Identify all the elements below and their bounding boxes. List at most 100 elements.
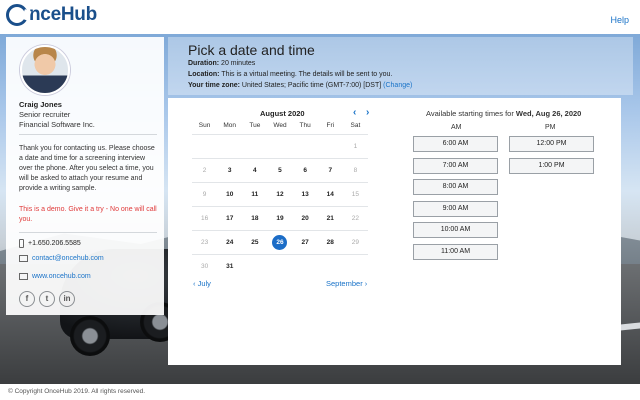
timezone-line: Your time zone: United States; Pacific t…	[188, 82, 412, 89]
weekday-label: Wed	[273, 122, 287, 129]
available-day[interactable]: 6	[293, 167, 318, 174]
next-month-link[interactable]: September ›	[326, 279, 367, 288]
divider	[19, 134, 157, 135]
copyright: © Copyright OnceHub 2019. All rights res…	[8, 388, 146, 395]
calendar-week: 1	[192, 134, 368, 158]
available-day[interactable]: 13	[293, 191, 318, 198]
logo-text: nceHub	[29, 4, 97, 25]
available-day[interactable]: 4	[242, 167, 267, 174]
website-row: www.oncehub.com	[19, 273, 91, 280]
available-day[interactable]: 21	[318, 215, 343, 222]
browser-icon	[19, 273, 28, 280]
timezone-value: United States; Pacific time (GMT-7:00) […	[239, 82, 384, 89]
unavailable-day: 23	[200, 239, 209, 246]
phone-number: +1.650.206.5585	[28, 240, 81, 247]
unavailable-day: 29	[351, 239, 360, 246]
welcome-message: Thank you for contacting us. Please choo…	[19, 145, 155, 192]
page-title: Pick a date and time	[188, 42, 315, 58]
person-name: Craig Jones	[19, 100, 62, 109]
unavailable-day: 16	[200, 215, 209, 222]
time-slot-button[interactable]: 6:00 AM	[413, 136, 498, 152]
twitter-icon[interactable]: t	[39, 291, 55, 307]
available-day[interactable]: 25	[242, 239, 267, 246]
phone-icon	[19, 239, 24, 248]
available-day[interactable]: 17	[217, 215, 242, 222]
available-day[interactable]: 3	[217, 167, 242, 174]
previous-month-label: July	[197, 279, 211, 288]
time-slot-button[interactable]: 8:00 AM	[413, 179, 498, 195]
available-day[interactable]: 24	[217, 239, 242, 246]
phone-row: +1.650.206.5585	[19, 239, 81, 248]
change-timezone-link[interactable]: (Change)	[383, 82, 412, 89]
calendar-grid: Sun Mon Tue Wed Thu Fri Sat 1 2 3 4 5 6 7 8 9 10 11 12 13 1…	[192, 122, 368, 278]
envelope-icon	[19, 255, 28, 262]
available-day[interactable]: 7	[318, 167, 343, 174]
selected-day[interactable]: 26	[272, 235, 288, 250]
available-day[interactable]: 12	[267, 191, 292, 198]
previous-month-link[interactable]: ‹ July	[193, 279, 211, 288]
profile-panel: Craig Jones Senior recruiter Financial S…	[6, 37, 164, 315]
unavailable-day: 8	[353, 167, 358, 174]
available-day[interactable]: 10	[217, 191, 242, 198]
demo-note: This is a demo. Give it a try - No one w…	[19, 206, 157, 223]
am-label: AM	[451, 124, 462, 131]
available-day[interactable]: 5	[267, 167, 292, 174]
person-role: Senior recruiter	[19, 110, 71, 119]
unavailable-day: 2	[202, 167, 207, 174]
location-label: Location:	[188, 71, 220, 78]
available-day[interactable]: 14	[318, 191, 343, 198]
next-month-label: September	[326, 279, 363, 288]
calendar-week: 9 10 11 12 13 14 15	[192, 182, 368, 206]
available-day[interactable]: 31	[217, 263, 242, 270]
next-month-button[interactable]: ›	[366, 107, 369, 118]
time-slot-button[interactable]: 12:00 PM	[509, 136, 594, 152]
weekday-label: Thu	[299, 122, 311, 129]
available-day[interactable]: 18	[242, 215, 267, 222]
weekday-label: Mon	[223, 122, 237, 129]
prev-month-button[interactable]: ‹	[353, 107, 356, 118]
calendar-week: 16 17 18 19 20 21 22	[192, 206, 368, 230]
weekday-label: Fri	[326, 122, 335, 129]
linkedin-icon[interactable]: in	[59, 291, 75, 307]
available-day[interactable]: 19	[267, 215, 292, 222]
time-slot-button[interactable]: 9:00 AM	[413, 200, 498, 217]
unavailable-day: 9	[202, 191, 207, 198]
person-company: Financial Software Inc.	[19, 120, 95, 129]
time-slot-button[interactable]: 11:00 AM	[413, 243, 498, 260]
month-label: August 2020	[260, 109, 305, 118]
available-day[interactable]: 20	[293, 215, 318, 222]
email-link[interactable]: contact@oncehub.com	[32, 255, 104, 262]
available-day[interactable]: 28	[318, 239, 343, 246]
duration-value: 20 minutes	[219, 60, 256, 67]
website-link[interactable]: www.oncehub.com	[32, 273, 91, 280]
duration-line: Duration: 20 minutes	[188, 60, 255, 67]
weekday-label: Tue	[249, 122, 261, 129]
car-wheel	[70, 316, 110, 356]
time-slot-button[interactable]: 7:00 AM	[413, 157, 498, 174]
facebook-icon[interactable]: f	[19, 291, 35, 307]
oncehub-logo[interactable]: nceHub	[6, 4, 97, 26]
availability-date: Wed, Aug 26, 2020	[515, 109, 582, 118]
time-slot-button[interactable]: 10:00 AM	[413, 222, 498, 238]
calendar-week: 2 34567 8	[192, 158, 368, 182]
logo-o-icon	[6, 4, 28, 26]
calendar-week: 23 24 25 26 27 28 29	[192, 230, 368, 254]
availability-prefix: Available starting times for	[426, 109, 516, 118]
avatar	[20, 45, 70, 95]
unavailable-day: 1	[353, 143, 358, 150]
availability-title: Available starting times for Wed, Aug 26…	[426, 109, 581, 118]
weekday-label: Sun	[198, 122, 211, 129]
pm-label: PM	[545, 124, 556, 131]
available-day[interactable]: 27	[293, 239, 318, 246]
time-slot-button[interactable]: 1:00 PM	[509, 157, 594, 174]
booking-header: Pick a date and time Duration: 20 minute…	[168, 37, 633, 95]
day-cell: 26	[267, 235, 292, 250]
help-link[interactable]: Help	[610, 15, 629, 25]
weekday-header: Sun Mon Tue Wed Thu Fri Sat	[192, 122, 368, 134]
duration-label: Duration:	[188, 60, 220, 67]
location-value: This is a virtual meeting. The details w…	[219, 71, 393, 78]
available-day[interactable]: 11	[242, 191, 267, 198]
unavailable-day: 22	[351, 215, 360, 222]
email-row: contact@oncehub.com	[19, 255, 104, 262]
top-bar: nceHub Help	[0, 0, 640, 34]
